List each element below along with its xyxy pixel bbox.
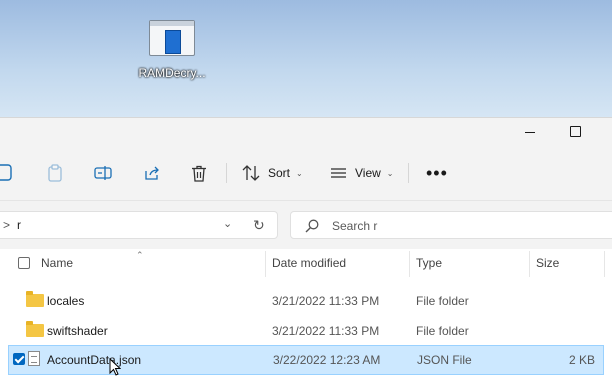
list-item[interactable]: locales 3/21/2022 11:33 PM File folder — [0, 286, 612, 316]
toolbar-divider — [226, 163, 227, 183]
maximize-button[interactable] — [560, 122, 590, 142]
search-placeholder: Search r — [332, 219, 378, 233]
trash-icon — [192, 165, 206, 182]
address-bar[interactable]: > r ⌄ ↻ — [0, 211, 278, 239]
column-divider[interactable] — [529, 251, 530, 277]
chevron-down-icon: ⌄ — [296, 168, 303, 178]
sort-icon — [242, 165, 260, 181]
folder-icon — [26, 291, 44, 307]
sort-button[interactable]: Sort ⌄ — [242, 160, 303, 186]
breadcrumb-chevron-icon: > — [3, 218, 11, 232]
chevron-down-icon: ⌄ — [386, 168, 394, 178]
copy-icon — [0, 164, 12, 181]
delete-button[interactable] — [191, 160, 207, 186]
title-bar — [0, 118, 612, 146]
view-button[interactable]: View ⌄ — [330, 160, 394, 186]
file-type: JSON File — [417, 353, 472, 367]
sort-ascending-icon: ⌃ — [136, 250, 144, 260]
search-input[interactable]: Search r — [290, 211, 612, 239]
file-name: locales — [47, 294, 85, 308]
folder-icon — [26, 321, 44, 337]
column-divider[interactable] — [409, 251, 410, 277]
search-icon — [305, 219, 319, 233]
paste-button[interactable] — [47, 160, 63, 186]
json-file-icon — [28, 351, 40, 366]
file-explorer-window: Sort ⌄ View ⌄ ••• > r ⌄ ↻ Search r Name … — [0, 117, 612, 381]
view-label: View — [355, 166, 381, 180]
file-size: 2 KB — [569, 353, 596, 367]
application-icon — [149, 20, 195, 56]
column-header-row: Name ⌃ Date modified Type Size — [0, 249, 612, 277]
more-options-button[interactable]: ••• — [426, 160, 448, 186]
view-icon — [331, 168, 346, 178]
file-date: 3/22/2022 12:23 AM — [273, 353, 381, 367]
file-type: File folder — [416, 294, 469, 308]
file-list: Name ⌃ Date modified Type Size locales 3… — [0, 249, 612, 381]
desktop-shortcut-label: RAMDecry... — [138, 66, 206, 80]
rename-icon — [94, 166, 112, 180]
file-date: 3/21/2022 11:33 PM — [272, 324, 380, 338]
divider — [0, 200, 612, 201]
more-options-icon: ••• — [426, 163, 448, 183]
share-button[interactable] — [144, 160, 161, 186]
share-icon — [145, 166, 159, 180]
minimize-button[interactable] — [515, 122, 545, 142]
breadcrumb-current[interactable]: r — [17, 218, 21, 232]
paste-icon — [48, 164, 62, 182]
desktop: RAMDecry... — [0, 0, 612, 118]
row-checkbox[interactable] — [13, 353, 25, 365]
column-header-name[interactable]: Name — [41, 256, 73, 270]
rename-button[interactable] — [94, 160, 112, 186]
sort-label: Sort — [268, 166, 291, 180]
list-item[interactable]: swiftshader 3/21/2022 11:33 PM File fold… — [0, 316, 612, 346]
mouse-pointer-icon — [109, 358, 121, 376]
file-type: File folder — [416, 324, 469, 338]
column-divider[interactable] — [265, 251, 266, 277]
address-history-dropdown[interactable]: ⌄ — [223, 217, 232, 230]
column-header-type[interactable]: Type — [416, 256, 442, 270]
refresh-button[interactable]: ↻ — [253, 217, 265, 234]
file-name: swiftshader — [47, 324, 108, 338]
command-bar: Sort ⌄ View ⌄ ••• — [0, 154, 612, 194]
column-header-size[interactable]: Size — [536, 256, 559, 270]
column-divider[interactable] — [604, 251, 605, 277]
column-header-date[interactable]: Date modified — [272, 256, 346, 270]
select-all-checkbox[interactable] — [18, 257, 30, 269]
list-item-selected[interactable]: AccountData.json 3/22/2022 12:23 AM JSON… — [8, 345, 604, 376]
file-date: 3/21/2022 11:33 PM — [272, 294, 380, 308]
file-name: AccountData.json — [47, 353, 142, 367]
copy-button[interactable] — [0, 160, 16, 186]
toolbar-divider — [408, 163, 409, 183]
desktop-shortcut[interactable]: RAMDecry... — [136, 20, 208, 80]
